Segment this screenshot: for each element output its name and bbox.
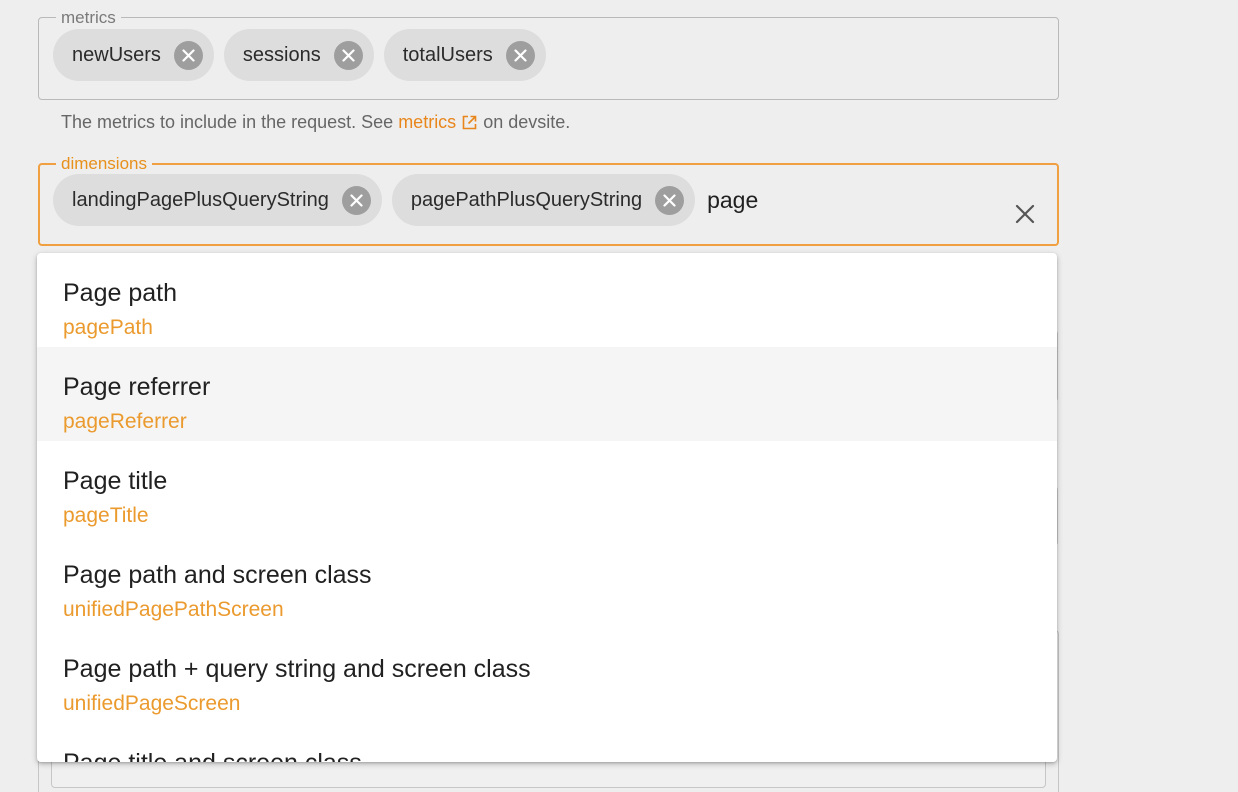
- option-unifiedpagescreen[interactable]: Page path + query string and screen clas…: [37, 629, 1057, 723]
- metrics-legend: metrics: [61, 8, 116, 27]
- option-pagetitle-screen-class[interactable]: Page title and screen class: [37, 723, 1057, 762]
- option-name: Page path + query string and screen clas…: [63, 655, 531, 683]
- cancel-circle-icon[interactable]: [341, 185, 371, 215]
- option-id: pageReferrer: [63, 410, 187, 433]
- cancel-circle-icon[interactable]: [655, 185, 685, 215]
- helper-suffix: on devsite.: [483, 112, 571, 132]
- dimensions-autocomplete-listbox[interactable]: Page path pagePath Page referrer pageRef…: [37, 253, 1057, 762]
- option-id: pagePath: [63, 316, 153, 339]
- option-name: Page title and screen class: [63, 749, 1031, 762]
- option-unifiedpagepathscreen[interactable]: Page path and screen class unifiedPagePa…: [37, 535, 1057, 629]
- cancel-circle-icon[interactable]: [173, 40, 203, 70]
- option-name: Page referrer: [63, 373, 211, 401]
- metrics-field[interactable]: metrics newUsers sessions totalUsers: [38, 9, 1059, 100]
- chip-label: totalUsers: [402, 43, 493, 66]
- metrics-devsite-link[interactable]: metrics: [398, 112, 456, 133]
- option-pagepath[interactable]: Page path pagePath: [37, 253, 1057, 347]
- dimensions-legend: dimensions: [61, 154, 147, 173]
- metric-chip-sessions: sessions: [223, 29, 374, 81]
- open-in-new-icon[interactable]: [462, 115, 477, 130]
- metric-chip-totalusers: totalUsers: [383, 29, 546, 81]
- option-name: Page path and screen class: [63, 561, 372, 589]
- helper-prefix: The metrics to include in the request. S…: [61, 112, 394, 132]
- page: metrics newUsers sessions totalUsers The…: [0, 0, 1238, 792]
- dimensions-chip-row: landingPagePlusQueryString pagePathPlusQ…: [53, 174, 1043, 226]
- metric-chip-newusers: newUsers: [53, 29, 214, 81]
- dimensions-field[interactable]: dimensions landingPagePlusQueryString pa…: [38, 155, 1059, 246]
- metrics-helper-text: The metrics to include in the request. S…: [61, 112, 570, 133]
- chip-label: newUsers: [72, 43, 161, 66]
- option-id: unifiedPageScreen: [63, 692, 241, 715]
- chip-label: pagePathPlusQueryString: [410, 188, 643, 211]
- dimension-chip-pagepathplusquerystring: pagePathPlusQueryString: [391, 174, 696, 226]
- option-id: pageTitle: [63, 504, 149, 527]
- option-id: unifiedPagePathScreen: [63, 598, 284, 621]
- dimension-chip-landingpageplusquerystring: landingPagePlusQueryString: [53, 174, 382, 226]
- cancel-circle-icon[interactable]: [505, 40, 535, 70]
- option-pagereferrer[interactable]: Page referrer pageReferrer: [37, 347, 1057, 441]
- option-pagetitle[interactable]: Page title pageTitle: [37, 441, 1057, 535]
- option-name: Page path: [63, 279, 177, 307]
- chip-label: landingPagePlusQueryString: [72, 188, 329, 211]
- dimensions-search-input[interactable]: [707, 186, 948, 214]
- metrics-chip-row: newUsers sessions totalUsers: [53, 29, 1044, 81]
- chip-label: sessions: [242, 43, 321, 66]
- close-icon[interactable]: [1011, 200, 1039, 228]
- option-name: Page title: [63, 467, 168, 495]
- cancel-circle-icon[interactable]: [333, 40, 363, 70]
